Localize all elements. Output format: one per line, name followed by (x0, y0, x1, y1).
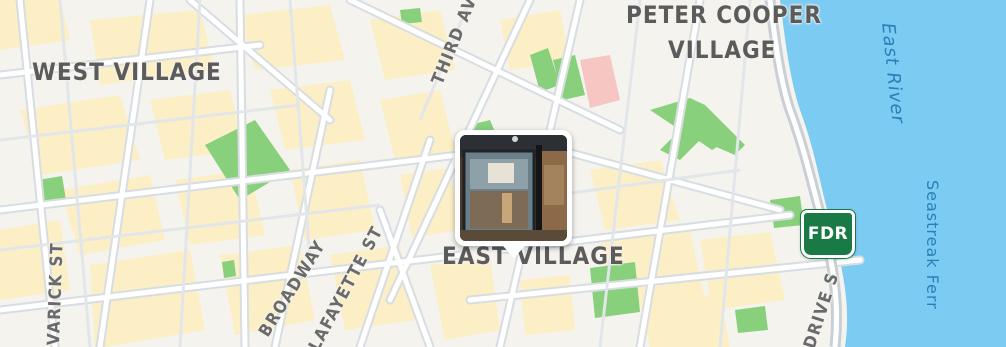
label-peter-cooper: PETER COOPER (626, 1, 822, 29)
label-peter-cooper-village: VILLAGE (668, 36, 777, 64)
label-seastreak-ferry: Seastreak Ferr (923, 180, 942, 310)
fdr-shield-text: FDR (807, 224, 849, 244)
label-varick-st: VARICK ST (44, 241, 68, 346)
photo-thumbnail-icon[interactable] (460, 135, 567, 241)
map-view[interactable]: WEST VILLAGE PETER COOPER VILLAGE EAST V… (0, 0, 1006, 347)
photo-thumbnail-image (460, 135, 567, 241)
label-east-village: EAST VILLAGE (442, 242, 625, 270)
fdr-highway-shield: FDR (801, 210, 855, 258)
label-west-village: WEST VILLAGE (32, 58, 222, 86)
photo-pin[interactable] (455, 130, 572, 258)
